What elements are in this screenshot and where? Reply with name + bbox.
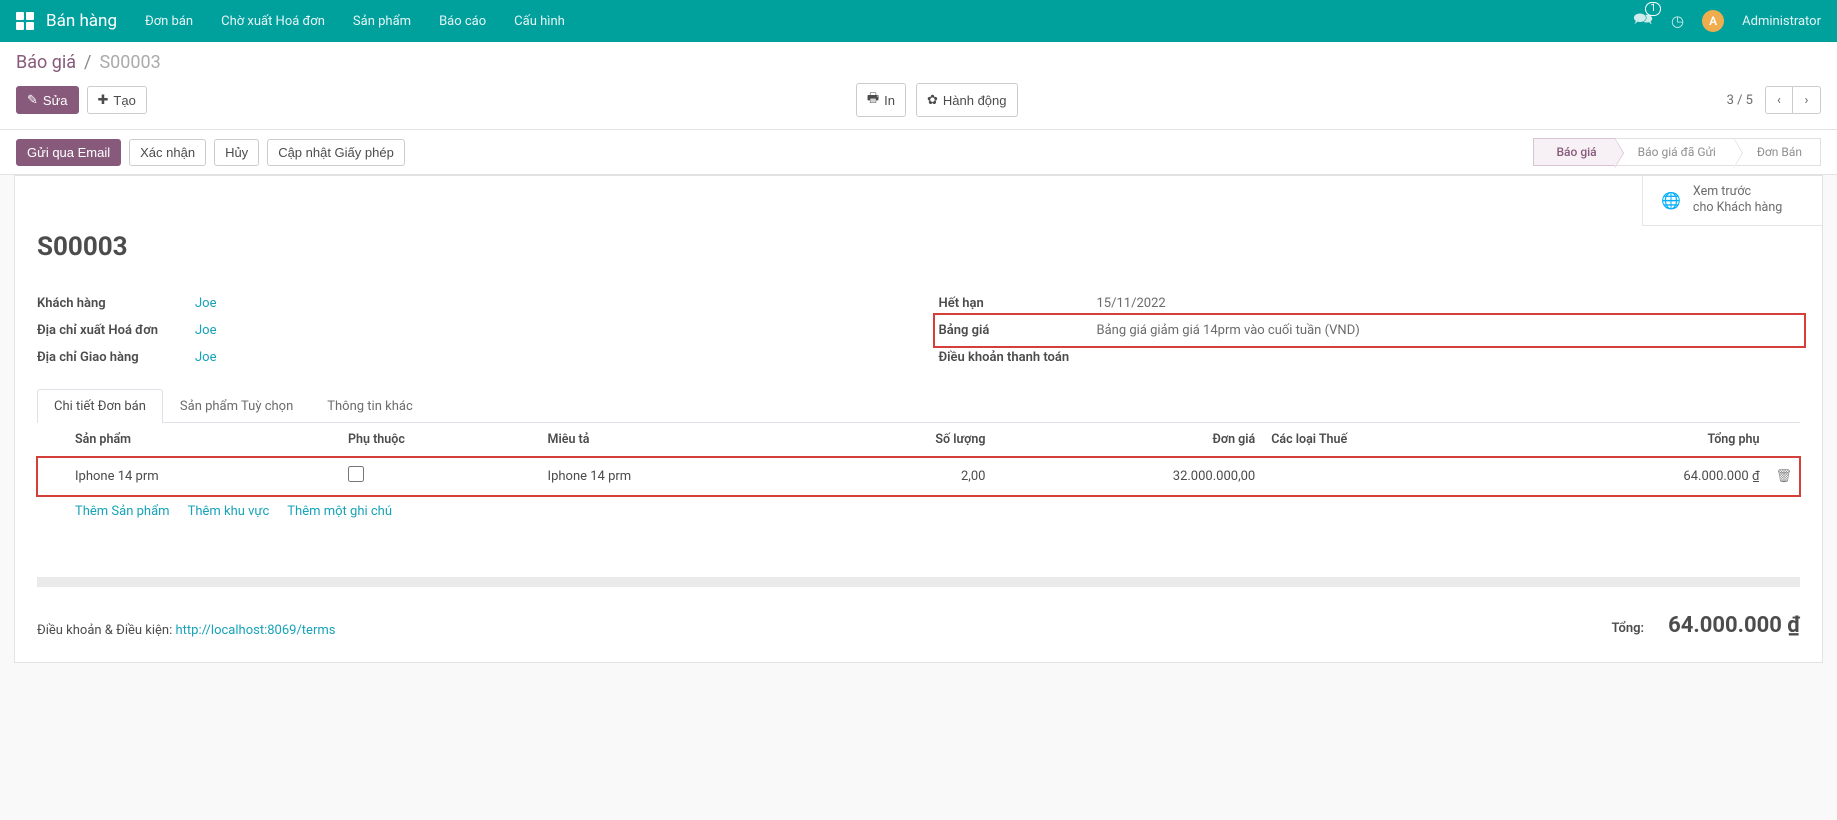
apps-icon[interactable] [16, 12, 34, 30]
expiry-label: Hết hạn [939, 296, 1097, 311]
row-delete-icon[interactable]: 🗑 [1767, 457, 1800, 496]
order-line-table: Sản phẩm Phụ thuộc Miêu tả Số lượng Đơn … [37, 423, 1800, 496]
col-qty[interactable]: Số lượng [813, 423, 994, 457]
add-product-link[interactable]: Thêm Sản phẩm [75, 504, 170, 519]
username[interactable]: Administrator [1742, 14, 1821, 29]
chat-icon[interactable]: 🗪1 [1633, 8, 1653, 35]
tab-other-info[interactable]: Thông tin khác [310, 389, 429, 423]
add-links: Thêm Sản phẩm Thêm khu vực Thêm một ghi … [37, 496, 1800, 527]
top-menu: Đơn bán Chờ xuất Hoá đơn Sản phẩm Báo cá… [145, 14, 1633, 29]
breadcrumb: Báo giá / S00003 [16, 52, 1821, 73]
print-icon: 🖶 [867, 89, 879, 111]
status-row: Gửi qua Email Xác nhận Hủy Cập nhật Giấy… [0, 130, 1837, 175]
cell-desc[interactable]: Iphone 14 prm [540, 457, 813, 496]
stage-sales-order[interactable]: Đơn Bán [1734, 138, 1821, 166]
customer-value[interactable]: Joe [195, 296, 216, 311]
tab-optional-products[interactable]: Sản phẩm Tuỳ chọn [163, 389, 310, 423]
action-button[interactable]: ✿ Hành động [916, 83, 1018, 117]
col-unit-price[interactable]: Đơn giá [993, 423, 1263, 457]
cancel-button[interactable]: Hủy [214, 139, 259, 166]
menu-reports[interactable]: Báo cáo [439, 14, 486, 29]
print-button[interactable]: 🖶 In [856, 83, 906, 117]
invoice-address-label: Địa chỉ xuất Hoá đơn [37, 323, 195, 338]
stage-quotation-sent[interactable]: Báo giá đã Gửi [1615, 138, 1735, 166]
customer-label: Khách hàng [37, 296, 195, 311]
preview-line2: cho Khách hàng [1693, 200, 1782, 216]
menu-orders[interactable]: Đơn bán [145, 14, 193, 29]
menu-to-invoice[interactable]: Chờ xuất Hoá đơn [221, 14, 325, 29]
edit-button[interactable]: ✎ Sửa [16, 86, 79, 114]
globe-icon: 🌐 [1661, 191, 1681, 210]
col-handle [37, 423, 67, 457]
cell-qty[interactable]: 2,00 [813, 457, 994, 496]
delivery-address-label: Địa chỉ Giao hàng [37, 350, 195, 365]
tab-order-lines[interactable]: Chi tiết Đơn bán [37, 389, 163, 423]
form-sheet: 🌐 Xem trước cho Khách hàng S00003 Khách … [14, 175, 1823, 663]
activity-icon[interactable]: ◷ [1671, 12, 1684, 30]
total-value: 64.000.000 ₫ [1668, 613, 1800, 638]
cell-unit-price[interactable]: 32.000.000,00 [993, 457, 1263, 496]
add-section-link[interactable]: Thêm khu vực [188, 504, 270, 519]
row-handle-icon[interactable] [37, 457, 67, 496]
control-bar: Báo giá / S00003 ✎ Sửa ✚ Tạo 🖶 In ✿ Hành độn… [0, 42, 1837, 130]
toolbar: ✎ Sửa ✚ Tạo 🖶 In ✿ Hành động 3 / 5 ‹ › [16, 83, 1821, 117]
customer-preview-button[interactable]: 🌐 Xem trước cho Khách hàng [1642, 176, 1822, 226]
print-label: In [884, 93, 895, 108]
pager-prev-button[interactable]: ‹ [1765, 86, 1793, 114]
breadcrumb-current: S00003 [99, 52, 160, 73]
menu-products[interactable]: Sản phẩm [353, 14, 411, 29]
cell-subtotal: 64.000.000 ₫ [1515, 457, 1767, 496]
nav-right: 🗪1 ◷ A Administrator [1633, 8, 1821, 35]
stage-bar: Báo giá Báo giá đã Gửi Đơn Bán [1534, 138, 1821, 166]
table-row[interactable]: Iphone 14 prm Iphone 14 prm 2,00 32.000.… [37, 457, 1800, 496]
chat-badge: 1 [1645, 2, 1661, 16]
preview-line1: Xem trước [1693, 184, 1782, 200]
breadcrumb-root[interactable]: Báo giá [16, 52, 76, 73]
menu-config[interactable]: Cấu hình [514, 14, 565, 29]
plus-icon: ✚ [98, 92, 109, 108]
terms-block: Điều khoản & Điều kiện: http://localhost… [37, 623, 335, 638]
cell-dependent[interactable] [340, 457, 540, 496]
col-subtotal[interactable]: Tổng phụ [1515, 423, 1767, 457]
col-delete [1767, 423, 1800, 457]
stage-quotation[interactable]: Báo giá [1533, 138, 1615, 166]
cell-product[interactable]: Iphone 14 prm [67, 457, 340, 496]
col-product[interactable]: Sản phẩm [67, 423, 340, 457]
pager-text: 3 / 5 [1727, 93, 1753, 108]
expiry-value: 15/11/2022 [1097, 296, 1166, 311]
separator-bar [37, 577, 1800, 587]
create-label: Tạo [113, 93, 135, 108]
invoice-address-value[interactable]: Joe [195, 323, 216, 338]
update-license-button[interactable]: Cập nhật Giấy phép [267, 139, 405, 166]
confirm-button[interactable]: Xác nhận [129, 139, 206, 166]
pricelist-value: Bảng giá giảm giá 14prm vào cuối tuần (V… [1097, 323, 1360, 338]
top-nav: Bán hàng Đơn bán Chờ xuất Hoá đơn Sản ph… [0, 0, 1837, 42]
breadcrumb-sep: / [84, 52, 91, 73]
terms-label: Điều khoản & Điều kiện: [37, 623, 172, 638]
record-title: S00003 [37, 232, 1800, 262]
pricelist-highlight: Bảng giá Bảng giá giảm giá 14prm vào cuố… [933, 313, 1807, 348]
delivery-address-value[interactable]: Joe [195, 350, 216, 365]
action-label: Hành động [943, 93, 1007, 108]
pager-next-button[interactable]: › [1793, 86, 1821, 114]
edit-label: Sửa [43, 93, 68, 108]
pencil-icon: ✎ [27, 92, 38, 108]
dependent-checkbox[interactable] [348, 466, 364, 482]
create-button[interactable]: ✚ Tạo [87, 86, 147, 114]
add-note-link[interactable]: Thêm một ghi chú [287, 504, 392, 519]
cell-taxes[interactable] [1263, 457, 1515, 496]
col-dependent[interactable]: Phụ thuộc [340, 423, 540, 457]
avatar[interactable]: A [1702, 10, 1724, 32]
payment-terms-label: Điều khoản thanh toán [939, 350, 1097, 365]
pricelist-label: Bảng giá [939, 323, 1097, 338]
col-desc[interactable]: Miêu tả [540, 423, 813, 457]
gear-icon: ✿ [927, 92, 938, 108]
col-taxes[interactable]: Các loại Thuế [1263, 423, 1515, 457]
tabs: Chi tiết Đơn bán Sản phẩm Tuỳ chọn Thông… [37, 389, 1800, 423]
total-label: Tổng: [1612, 621, 1645, 636]
terms-link[interactable]: http://localhost:8069/terms [176, 623, 336, 638]
send-email-button[interactable]: Gửi qua Email [16, 139, 121, 166]
app-brand[interactable]: Bán hàng [46, 11, 117, 31]
